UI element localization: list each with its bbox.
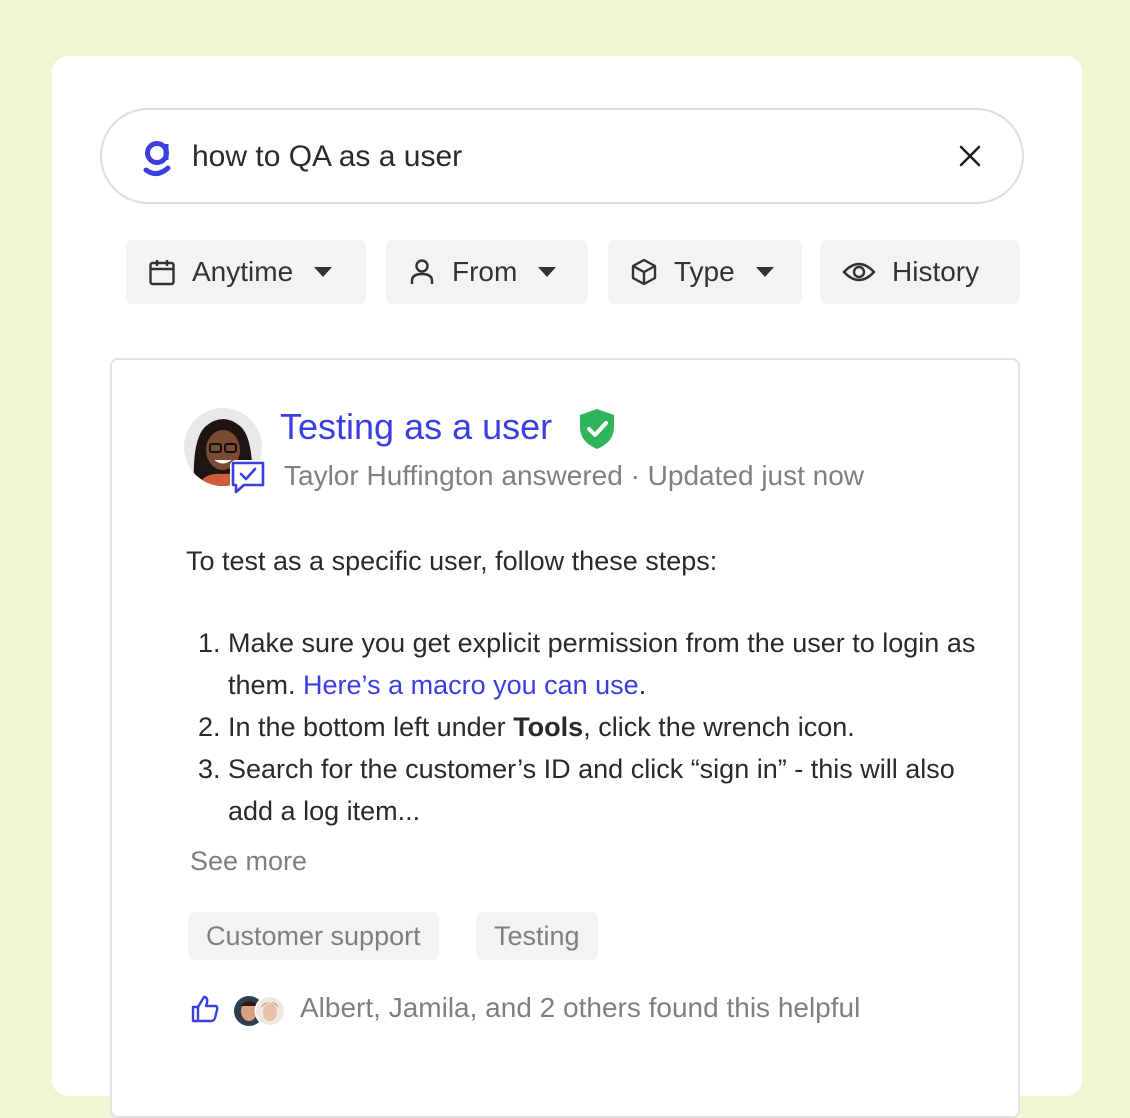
steps-list: Make sure you get explicit permission fr… <box>186 622 986 832</box>
filter-label: From <box>452 256 518 287</box>
answer-intro: To test as a specific user, follow these… <box>186 546 718 576</box>
filter-type[interactable]: Type <box>608 240 802 304</box>
helpful-text: Albert, Jamila, and 2 others found this … <box>300 992 861 1023</box>
caret-down-icon <box>755 267 774 277</box>
calendar-icon <box>149 260 175 286</box>
see-more-link[interactable]: See more <box>190 846 307 877</box>
search-bar[interactable]: how to QA as a user <box>100 108 1024 204</box>
eye-icon <box>842 262 876 282</box>
glean-logo-icon[interactable] <box>140 138 176 178</box>
filter-label: Anytime <box>192 256 294 287</box>
filter-label: History <box>892 256 980 287</box>
caret-down-icon <box>314 267 333 277</box>
list-item: Make sure you get explicit permission fr… <box>228 622 986 706</box>
cube-icon <box>631 258 657 286</box>
search-panel: how to QA as a user Anytime From Type Hi… <box>52 56 1082 1118</box>
filter-label: Type <box>674 256 735 287</box>
reactor-avatars <box>234 995 286 1027</box>
close-icon[interactable] <box>956 142 984 170</box>
result-title[interactable]: Testing as a user <box>280 406 552 448</box>
tools-label: Tools <box>513 712 584 742</box>
caret-down-icon <box>538 267 557 277</box>
answer-body: To test as a specific user, follow these… <box>186 540 986 832</box>
list-item: In the bottom left under Tools, click th… <box>228 706 986 748</box>
search-input[interactable]: how to QA as a user <box>192 140 462 174</box>
list-item: Search for the customer’s ID and click “… <box>228 748 986 832</box>
macro-link[interactable]: Here’s a macro you can use <box>303 670 639 700</box>
answer-badge <box>230 460 266 496</box>
result-meta: Taylor Huffington answered · Updated jus… <box>284 460 865 491</box>
tag-testing[interactable]: Testing <box>476 912 598 960</box>
chat-check-icon <box>231 461 265 494</box>
filter-history[interactable]: History <box>820 240 1020 304</box>
tag-customer-support[interactable]: Customer support <box>188 912 439 960</box>
filter-anytime[interactable]: Anytime <box>126 240 366 304</box>
verified-shield-icon <box>580 409 614 449</box>
thumbs-up-icon[interactable] <box>190 994 220 1024</box>
filter-from[interactable]: From <box>386 240 588 304</box>
answer-card: Testing as a user Taylor Huffington answ… <box>110 358 1020 1118</box>
person-icon <box>410 259 434 284</box>
